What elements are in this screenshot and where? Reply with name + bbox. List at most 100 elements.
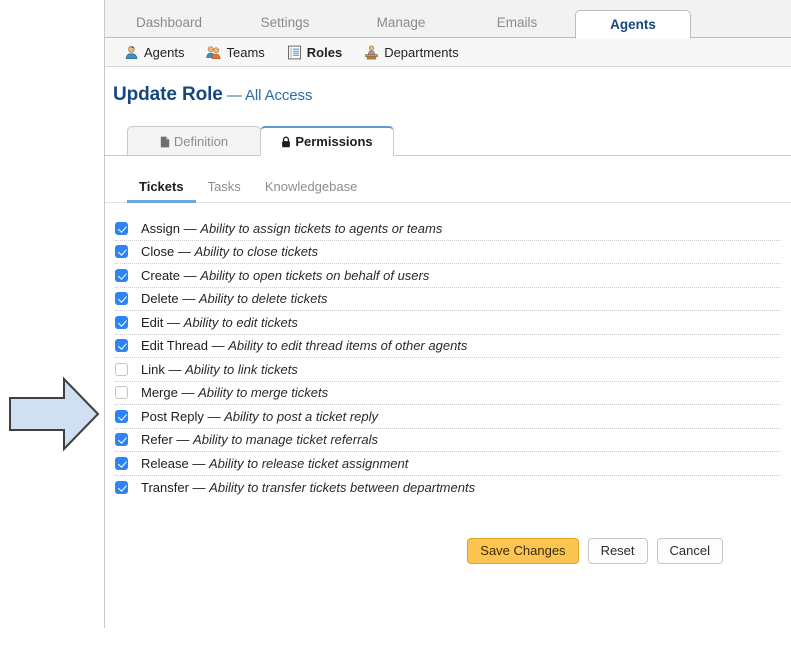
permission-checkbox[interactable] [115,339,128,353]
section-tab-definition[interactable]: Definition [127,126,261,156]
permission-name: Create [141,267,181,283]
permission-checkbox[interactable] [115,221,128,235]
permission-text: Close — Ability to close tickets [141,244,318,259]
permission-checkbox[interactable] [115,409,128,423]
permission-description: Ability to edit tickets [183,314,298,330]
permission-name: Transfer [141,479,189,495]
tab-settings[interactable]: Settings [227,9,343,38]
permission-checkbox[interactable] [115,292,128,306]
page-title-main: Update Role [113,84,223,105]
lock-icon [281,130,291,157]
permission-checkbox[interactable] [115,268,128,282]
cancel-button[interactable]: Cancel [656,538,723,564]
permission-text: Assign — Ability to assign tickets to ag… [141,221,442,236]
permission-row[interactable]: Transfer — Ability to transfer tickets b… [115,476,781,500]
screenshot-root: Dashboard Settings Manage Emails Agents … [0,0,791,650]
subnav-label-departments: Departments [384,44,459,60]
permission-row[interactable]: Edit — Ability to edit tickets [115,311,781,335]
permission-name: Release [141,455,189,471]
permission-checkbox[interactable] [115,362,128,376]
permission-separator: — [207,408,221,424]
permission-text: Link — Ability to link tickets [141,362,298,377]
permission-row[interactable]: Refer — Ability to manage ticket referra… [115,429,781,452]
inner-tab-strip: Tickets Tasks Knowledgebase [105,173,791,203]
permission-name: Assign [141,220,181,236]
permission-checkbox[interactable] [115,456,128,470]
permission-description: Ability to open tickets on behalf of use… [200,267,430,283]
permission-separator: — [183,267,197,283]
permission-text: Refer — Ability to manage ticket referra… [141,432,378,447]
document-icon [160,129,170,158]
permission-description: Ability to transfer tickets between depa… [209,479,476,495]
permission-checkbox[interactable] [115,433,128,447]
permission-row[interactable]: Post Reply — Ability to post a ticket re… [115,405,781,429]
agent-person-icon [125,45,138,59]
inner-tab-tickets[interactable]: Tickets [127,179,196,203]
team-people-icon [206,45,222,59]
permission-row[interactable]: Close — Ability to close tickets [115,241,781,264]
roles-list-icon [287,45,301,59]
page-title: Update Role — All Access [105,67,791,106]
reset-button[interactable]: Reset [587,538,648,564]
permission-description: Ability to edit thread items of other ag… [228,338,468,354]
tab-dashboard[interactable]: Dashboard [111,9,227,38]
permission-description: Ability to assign tickets to agents or t… [200,220,443,236]
permission-row[interactable]: Edit Thread — Ability to edit thread ite… [115,335,781,358]
permission-name: Post Reply [141,408,204,424]
permission-checkbox[interactable] [115,480,128,494]
permission-separator: — [211,338,225,354]
permission-description: Ability to release ticket assignment [208,455,409,471]
permission-name: Link [141,361,165,377]
permission-separator: — [177,244,191,260]
permission-description: Ability to delete tickets [198,291,328,307]
permission-description: Ability to link tickets [185,361,298,377]
permission-separator: — [182,291,196,307]
subnav-item-roles[interactable]: Roles [278,40,351,64]
subnav-label-teams: Teams [226,44,265,60]
permission-row[interactable]: Release — Ability to release ticket assi… [115,452,781,476]
permission-checkbox[interactable] [115,245,128,259]
permission-name: Edit Thread [141,338,208,354]
tab-manage[interactable]: Manage [343,9,459,38]
permission-row[interactable]: Merge — Ability to merge tickets [115,382,781,405]
permission-text: Release — Ability to release ticket assi… [141,456,408,471]
permission-row[interactable]: Link — Ability to link tickets [115,358,781,382]
permission-text: Edit — Ability to edit tickets [141,315,298,330]
save-changes-button[interactable]: Save Changes [467,538,579,564]
page-title-subtitle: All Access [244,87,313,104]
permission-name: Close [141,244,175,260]
permission-text: Create — Ability to open tickets on beha… [141,268,429,283]
permission-checkbox[interactable] [115,315,128,329]
subnav-item-teams[interactable]: Teams [197,40,273,64]
tab-agents[interactable]: Agents [575,10,691,39]
permission-row[interactable]: Delete — Ability to delete tickets [115,288,781,311]
tab-emails[interactable]: Emails [459,9,575,38]
permission-name: Edit [141,314,164,330]
section-tab-permissions[interactable]: Permissions [260,126,394,156]
section-tab-definition-label: Definition [173,134,229,149]
action-button-row: Save Changes Reset Cancel [105,499,791,564]
inner-tab-tasks[interactable]: Tasks [196,179,253,203]
permission-row[interactable]: Create — Ability to open tickets on beha… [115,264,781,288]
subnav-label-roles: Roles [306,44,343,60]
section-tab-strip: Definition Permissions [105,125,791,156]
application-panel: Dashboard Settings Manage Emails Agents … [104,0,791,628]
permission-description: Ability to manage ticket referrals [193,432,379,448]
permission-row[interactable]: Assign — Ability to assign tickets to ag… [115,217,781,241]
permission-text: Transfer — Ability to transfer tickets b… [141,480,475,495]
secondary-nav-bar: Agents Teams Roles Departments [105,38,791,67]
permission-checkbox[interactable] [115,386,128,400]
page-title-dash: — [226,87,242,104]
permission-separator: — [181,385,195,401]
subnav-item-departments[interactable]: Departments [355,40,467,64]
section-tab-permissions-label: Permissions [295,134,373,149]
permission-separator: — [176,432,190,448]
permission-description: Ability to merge tickets [198,385,329,401]
subnav-item-agents[interactable]: Agents [115,40,193,64]
permission-description: Ability to close tickets [194,244,319,260]
permission-separator: — [167,314,181,330]
inner-tab-knowledgebase[interactable]: Knowledgebase [253,179,370,203]
department-desk-icon [365,45,378,59]
permission-separator: — [192,455,206,471]
permission-description: Ability to post a ticket reply [224,408,379,424]
